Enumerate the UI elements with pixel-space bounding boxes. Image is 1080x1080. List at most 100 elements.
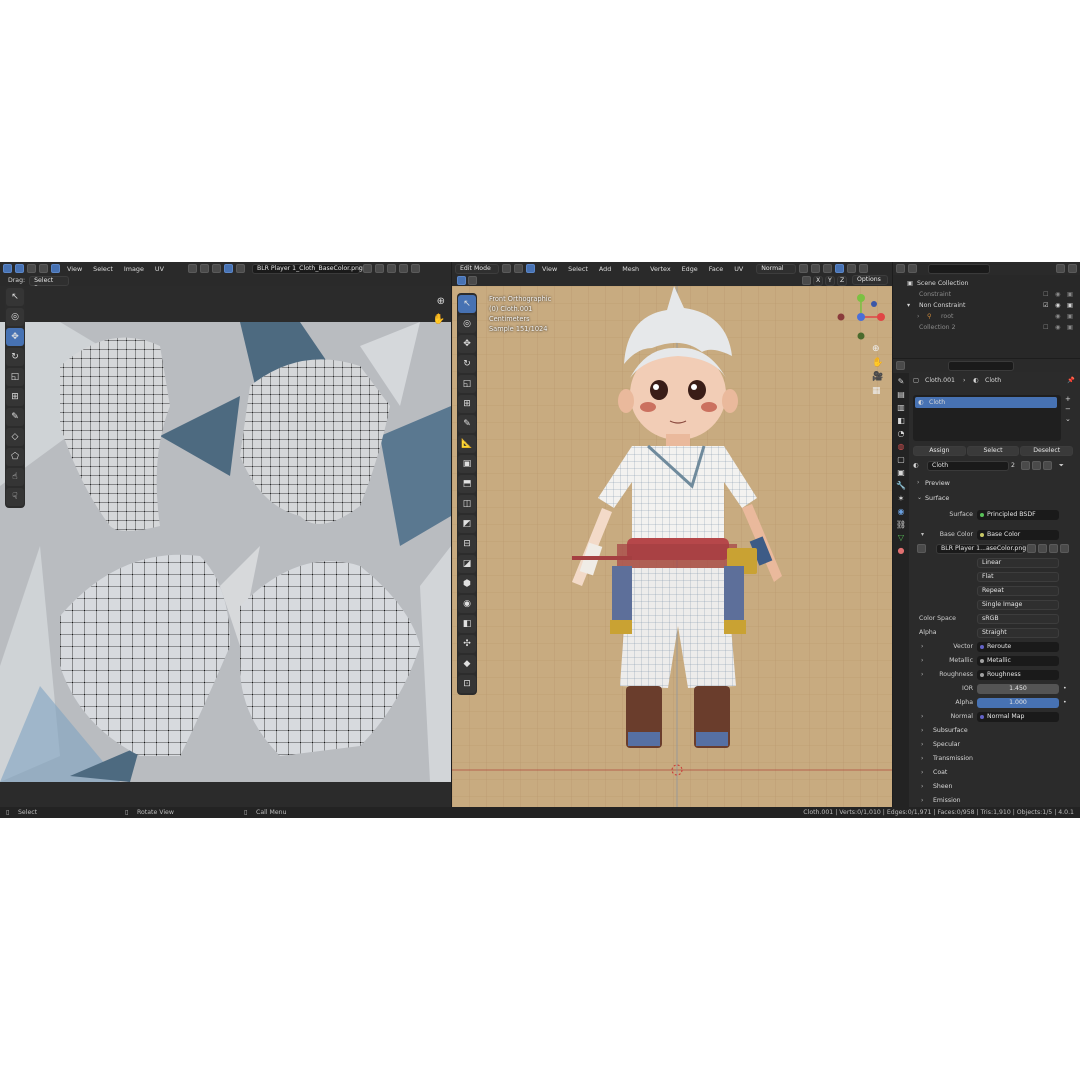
pan-vp-icon[interactable]: ✋ (872, 358, 883, 368)
measure-tool-icon[interactable]: 📐 (458, 435, 476, 453)
spin-tool-icon[interactable]: ◉ (458, 595, 476, 613)
inset-tool-icon[interactable]: ◫ (458, 495, 476, 513)
axis-x-toggle[interactable]: X (813, 276, 823, 286)
vp-menu-uv[interactable]: UV (730, 265, 747, 273)
vector-field[interactable]: Reroute (977, 642, 1059, 652)
vp-menu-vertex[interactable]: Vertex (646, 265, 675, 273)
render-tab-icon[interactable]: ▤ (897, 390, 905, 399)
exclude-checkbox[interactable]: ☐ (1043, 289, 1049, 300)
unlink-image-icon[interactable] (398, 264, 408, 273)
pinch-icon[interactable]: ☟ (6, 488, 24, 506)
fake-user-icon[interactable] (1021, 461, 1030, 470)
new-collection-icon[interactable] (1068, 264, 1077, 273)
vertex-select-icon[interactable] (27, 264, 36, 273)
normal-field[interactable]: Normal Map (977, 712, 1059, 722)
vp-menu-select[interactable]: Select (564, 265, 592, 273)
camera-visibility-icon[interactable]: ▣ (1067, 322, 1073, 333)
interpolation-dropdown[interactable]: Linear (977, 558, 1059, 568)
remove-slot-button[interactable]: − (1065, 405, 1071, 413)
falloff-icon-vp[interactable] (847, 264, 857, 273)
navigation-gizmo[interactable] (836, 292, 886, 342)
eye-icon[interactable]: ◉ (1055, 289, 1060, 300)
filter-icon[interactable]: ⏷ (1059, 460, 1064, 472)
subsection-specular[interactable]: › Specular (893, 739, 1080, 751)
snap-icon-vp[interactable] (811, 264, 821, 273)
unlink-icon[interactable] (1043, 461, 1052, 470)
vp-menu-edge[interactable]: Edge (678, 265, 702, 273)
zoom-vp-icon[interactable]: ⊕ (872, 344, 883, 354)
alpha-field[interactable]: 1.000 (977, 698, 1059, 708)
expand-icon[interactable]: › (917, 311, 919, 322)
add-cube-tool-icon[interactable]: ▣ (458, 455, 476, 473)
properties-type-icon[interactable] (896, 361, 905, 370)
alpha-mode-dropdown[interactable]: Straight (977, 628, 1059, 638)
face-mode-icon[interactable] (526, 264, 535, 273)
ortho-grid-icon[interactable]: ▦ (872, 386, 883, 396)
vertex-mode-icon[interactable] (502, 264, 511, 273)
keyframe-dot-icon[interactable]: • (1063, 683, 1067, 695)
filter-icon[interactable] (1056, 264, 1065, 273)
shear-tool-icon[interactable]: ⊡ (458, 675, 476, 693)
duplicate-icon[interactable] (1038, 544, 1047, 553)
collection-tab-icon[interactable]: ▢ (897, 455, 905, 464)
rip-icon[interactable]: ◇ (6, 428, 24, 446)
poly-build-tool-icon[interactable]: ⬢ (458, 575, 476, 593)
edge-select-icon[interactable] (39, 264, 48, 273)
options-dropdown[interactable]: Options (852, 275, 888, 285)
cursor-icon[interactable]: ↖ (6, 288, 24, 306)
scene-tab-icon[interactable]: ◔ (898, 429, 905, 438)
eye-icon[interactable]: ◉ (1055, 322, 1060, 333)
material-name-field[interactable]: Cloth (927, 461, 1009, 471)
open-image-icon[interactable] (386, 264, 396, 273)
mirror-icon[interactable] (802, 276, 811, 285)
pivot-icon[interactable] (187, 264, 197, 273)
snap-incr-icon[interactable] (823, 264, 833, 273)
falloff-icon[interactable] (235, 264, 245, 273)
uv-menu-image[interactable]: Image (120, 265, 148, 273)
cursor-3d-icon[interactable]: ◎ (6, 308, 24, 326)
select-extend-icon[interactable] (468, 276, 477, 285)
pan-hand-icon[interactable]: ✋ (433, 314, 445, 325)
color-space-dropdown[interactable]: sRGB (977, 614, 1059, 624)
view-layer-tab-icon[interactable]: ◧ (897, 416, 905, 425)
subsection-coat[interactable]: › Coat (893, 767, 1080, 779)
subsection-transmission[interactable]: › Transmission (893, 753, 1080, 765)
axis-y-toggle[interactable]: Y (825, 276, 835, 286)
outliner-row[interactable]: ▾ Non Constraint ☑ ◉ ▣ (893, 300, 1080, 311)
material-tab-icon[interactable]: ● (898, 546, 905, 555)
proportional-icon[interactable] (223, 264, 233, 273)
output-tab-icon[interactable]: ▥ (897, 403, 905, 412)
outliner-row[interactable]: › ⚲ root ◉ ▣ (893, 311, 1080, 322)
select-box-mode-icon[interactable] (457, 276, 466, 285)
uv-menu-uv[interactable]: UV (151, 265, 168, 273)
editor-type-icon[interactable] (3, 264, 12, 273)
tool-tab-icon[interactable]: ✎ (898, 377, 905, 386)
move-tool-icon[interactable]: ✥ (458, 335, 476, 353)
metallic-field[interactable]: Metallic (977, 656, 1059, 666)
material-browse-icon[interactable]: ◐ (913, 460, 918, 472)
duplicate-icon[interactable] (1032, 461, 1041, 470)
base-color-field[interactable]: Base Color (977, 530, 1059, 540)
extension-dropdown[interactable]: Repeat (977, 586, 1059, 596)
axis-z-toggle[interactable]: Z (837, 276, 847, 286)
sync-selection-icon[interactable] (15, 264, 24, 273)
exclude-checkbox[interactable]: ☑ (1043, 300, 1049, 311)
relax-icon[interactable]: ☝ (6, 468, 24, 486)
annotate-tool-icon[interactable]: ✎ (458, 415, 476, 433)
transform-icon[interactable]: ⊞ (6, 388, 24, 406)
vp-menu-face[interactable]: Face (705, 265, 727, 273)
properties-search-input[interactable] (948, 360, 1014, 371)
move-icon[interactable]: ✥ (6, 328, 24, 346)
subsection-subsurface[interactable]: › Subsurface (893, 725, 1080, 737)
surface-shader-field[interactable]: Principled BSDF (977, 510, 1059, 520)
snap-target-icon[interactable] (211, 264, 221, 273)
camera-visibility-icon[interactable]: ▣ (1067, 300, 1073, 311)
visibility-icon[interactable] (859, 264, 869, 273)
uv-menu-view[interactable]: View (63, 265, 86, 273)
ior-field[interactable]: 1.450 (977, 684, 1059, 694)
pin-icon[interactable]: 📌 (1067, 375, 1075, 387)
outliner-row[interactable]: Collection 2 ☐ ◉ ▣ (893, 322, 1080, 333)
scale-icon[interactable]: ◱ (6, 368, 24, 386)
expand-icon[interactable]: ▾ (907, 300, 910, 311)
shrink-tool-icon[interactable]: ◆ (458, 655, 476, 673)
